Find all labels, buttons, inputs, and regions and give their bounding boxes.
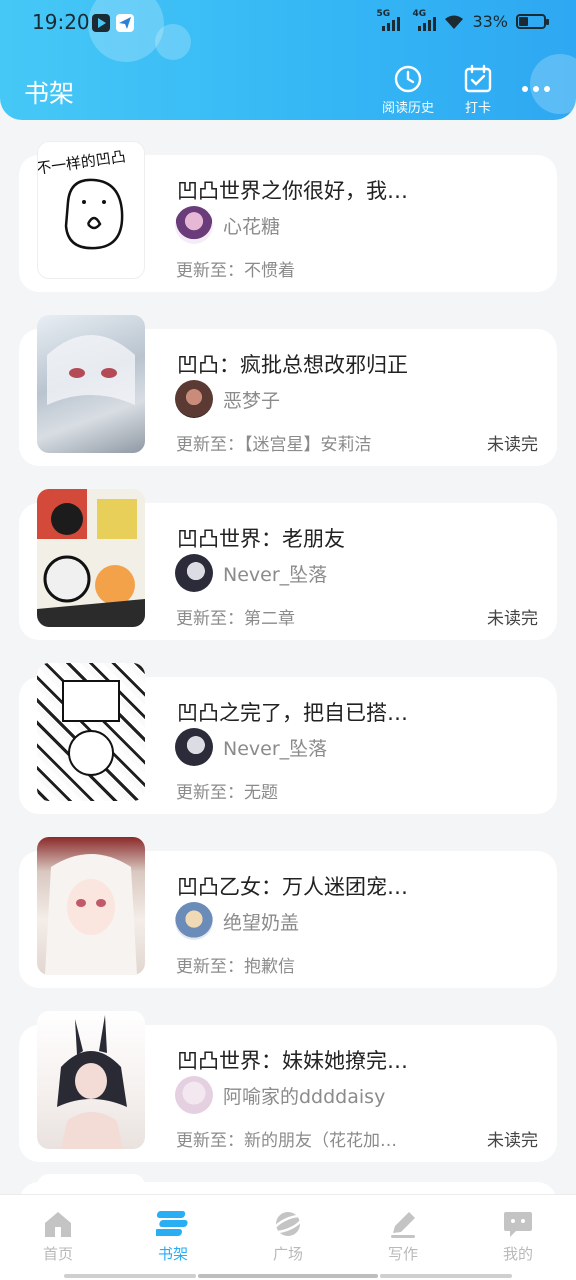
tab-label: 写作: [387, 1245, 418, 1263]
book-card[interactable]: 凹凸乙女：万人迷团宠… 绝望奶盖 更新至：抱歉信: [19, 837, 557, 988]
more-dots-icon: [522, 86, 528, 92]
read-status: 未读完: [487, 609, 538, 629]
checkin-label: 打卡: [464, 101, 491, 116]
battery-percent: 33%: [472, 12, 508, 31]
book-cover: [37, 1174, 145, 1194]
tab-label: 我的: [502, 1245, 533, 1263]
home-icon: [45, 1212, 71, 1237]
decor-bubble: [530, 54, 576, 114]
status-indicators: 5G 4G 33%: [376, 9, 549, 31]
book-card[interactable]: 凹凸世界：老朋友 Never_坠落 更新至：第二章 未读完: [19, 489, 557, 640]
book-card[interactable]: 凹凸：疯批总想改邪归正 恶梦子 更新至：【迷宫星】安莉洁 未读完: [19, 315, 557, 466]
reading-history-label: 阅读历史: [382, 101, 435, 116]
book-cover: [37, 837, 145, 975]
wifi-icon: [445, 15, 464, 29]
book-title: 凹凸世界：老朋友: [177, 527, 345, 551]
tab-home[interactable]: 首页: [18, 1209, 98, 1264]
tab-label: 书架: [157, 1245, 188, 1263]
author-row: Never_坠落: [175, 554, 327, 592]
read-status: 未读完: [487, 435, 538, 455]
update-info: 更新至：第二章: [176, 609, 295, 629]
update-info: 更新至：【迷宫星】安莉洁: [176, 435, 372, 455]
tab-write[interactable]: 写作: [363, 1209, 443, 1264]
book-cover: [37, 315, 145, 453]
book-card[interactable]: 凹凸之完了，把自已搭… Never_坠落 更新至：无题: [19, 663, 557, 814]
avatar: [175, 902, 213, 940]
status-bar: 19:20 5G 4G 33%: [0, 0, 576, 46]
page-title: 书架: [24, 79, 75, 108]
update-info: 更新至：新的朋友（花花加…: [176, 1131, 397, 1151]
author-name: 绝望奶盖: [223, 911, 300, 934]
gesture-bar-segment: [64, 1274, 196, 1278]
update-info: 更新至：不惯着: [176, 261, 295, 281]
book-title: 凹凸乙女：万人迷团宠…: [177, 875, 408, 899]
author-name: Never_坠落: [223, 563, 328, 586]
book-card[interactable]: [19, 1174, 557, 1194]
author-row: 恶梦子: [175, 380, 280, 418]
clock-icon: [394, 65, 422, 93]
book-cover: [37, 663, 145, 801]
tab-bookshelf[interactable]: 书架: [133, 1209, 213, 1264]
book-title: 凹凸世界：妹妹她撩完…: [177, 1049, 408, 1073]
bottom-tab-bar: 首页 书架 广场 写作 我的: [0, 1194, 576, 1280]
author-name: 阿喻家的ddddaisy: [223, 1085, 386, 1108]
book-title: 凹凸之完了，把自已搭…: [177, 701, 408, 725]
author-row: 心花糖: [175, 206, 280, 244]
author-name: 恶梦子: [223, 389, 281, 412]
avatar: [175, 1076, 213, 1114]
author-name: 心花糖: [223, 215, 281, 238]
read-status: 未读完: [487, 1131, 538, 1151]
tab-mine[interactable]: 我的: [478, 1209, 558, 1264]
status-time: 19:20: [32, 10, 90, 34]
signal-5g-icon: 5G: [376, 9, 401, 31]
send-app-icon: [116, 14, 134, 32]
avatar: [175, 380, 213, 418]
book-card[interactable]: 不一样的凹凸 凹凸世界之你很好，我… 心花糖 更新至：不惯着: [19, 141, 557, 292]
book-cover: [37, 1011, 145, 1149]
calendar-check-icon: [464, 64, 492, 93]
pen-icon: [391, 1212, 415, 1238]
checkin-button[interactable]: 打卡: [463, 64, 493, 116]
update-info: 更新至：无题: [176, 783, 278, 803]
more-menu-button[interactable]: [522, 86, 550, 92]
avatar: [175, 554, 213, 592]
book-card[interactable]: 凹凸世界：妹妹她撩完… 阿喻家的ddddaisy 更新至：新的朋友（花花加… 未…: [19, 1011, 557, 1162]
author-row: 绝望奶盖: [175, 902, 299, 940]
chat-bubble-icon: [504, 1212, 532, 1237]
author-name: Never_坠落: [223, 737, 328, 760]
tab-label: 首页: [42, 1245, 73, 1263]
bookshelf-list[interactable]: 不一样的凹凸 凹凸世界之你很好，我… 心花糖 更新至：不惯着 凹凸：疯批总想改邪…: [0, 120, 576, 1194]
media-app-icon: [92, 14, 110, 32]
gesture-bar-segment: [380, 1274, 512, 1278]
book-cover: [37, 489, 145, 627]
author-row: Never_坠落: [175, 728, 327, 766]
planet-icon: [272, 1212, 304, 1236]
book-cover: 不一样的凹凸: [37, 141, 145, 279]
signal-4g-icon: 4G: [412, 9, 437, 31]
avatar: [175, 728, 213, 766]
reading-history-button[interactable]: 阅读历史: [382, 64, 434, 116]
book-title: 凹凸：疯批总想改邪归正: [177, 353, 408, 377]
book-title: 凹凸世界之你很好，我…: [177, 179, 408, 203]
battery-icon: [516, 14, 549, 29]
gesture-bar-segment: [198, 1274, 378, 1278]
tab-square[interactable]: 广场: [248, 1209, 328, 1264]
bookshelf-icon: [156, 1211, 188, 1236]
tab-label: 广场: [272, 1245, 303, 1263]
avatar: [175, 206, 213, 244]
author-row: 阿喻家的ddddaisy: [175, 1076, 385, 1114]
update-info: 更新至：抱歉信: [176, 957, 295, 977]
svg-text:不一样的凹凸: 不一样的凹凸: [38, 147, 127, 177]
app-header: 19:20 5G 4G 33% 书架 阅读历史 打卡: [0, 0, 576, 120]
